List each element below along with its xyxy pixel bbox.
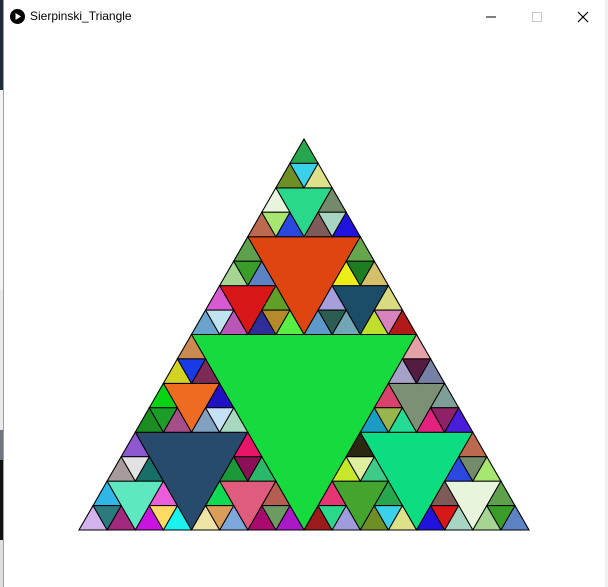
minimize-button[interactable] bbox=[468, 0, 514, 33]
sketch-window: Sierpinski_Triangle bbox=[3, 0, 605, 587]
close-button[interactable] bbox=[560, 0, 606, 33]
sketch-canvas[interactable] bbox=[4, 33, 604, 587]
play-icon bbox=[10, 9, 25, 24]
title-bar[interactable]: Sierpinski_Triangle bbox=[4, 0, 605, 33]
close-icon bbox=[577, 11, 589, 22]
maximize-icon bbox=[532, 11, 542, 22]
window-title: Sierpinski_Triangle bbox=[30, 9, 132, 23]
sierpinski-cell bbox=[289, 138, 319, 164]
maximize-button[interactable] bbox=[514, 0, 560, 33]
minimize-icon bbox=[486, 16, 496, 17]
